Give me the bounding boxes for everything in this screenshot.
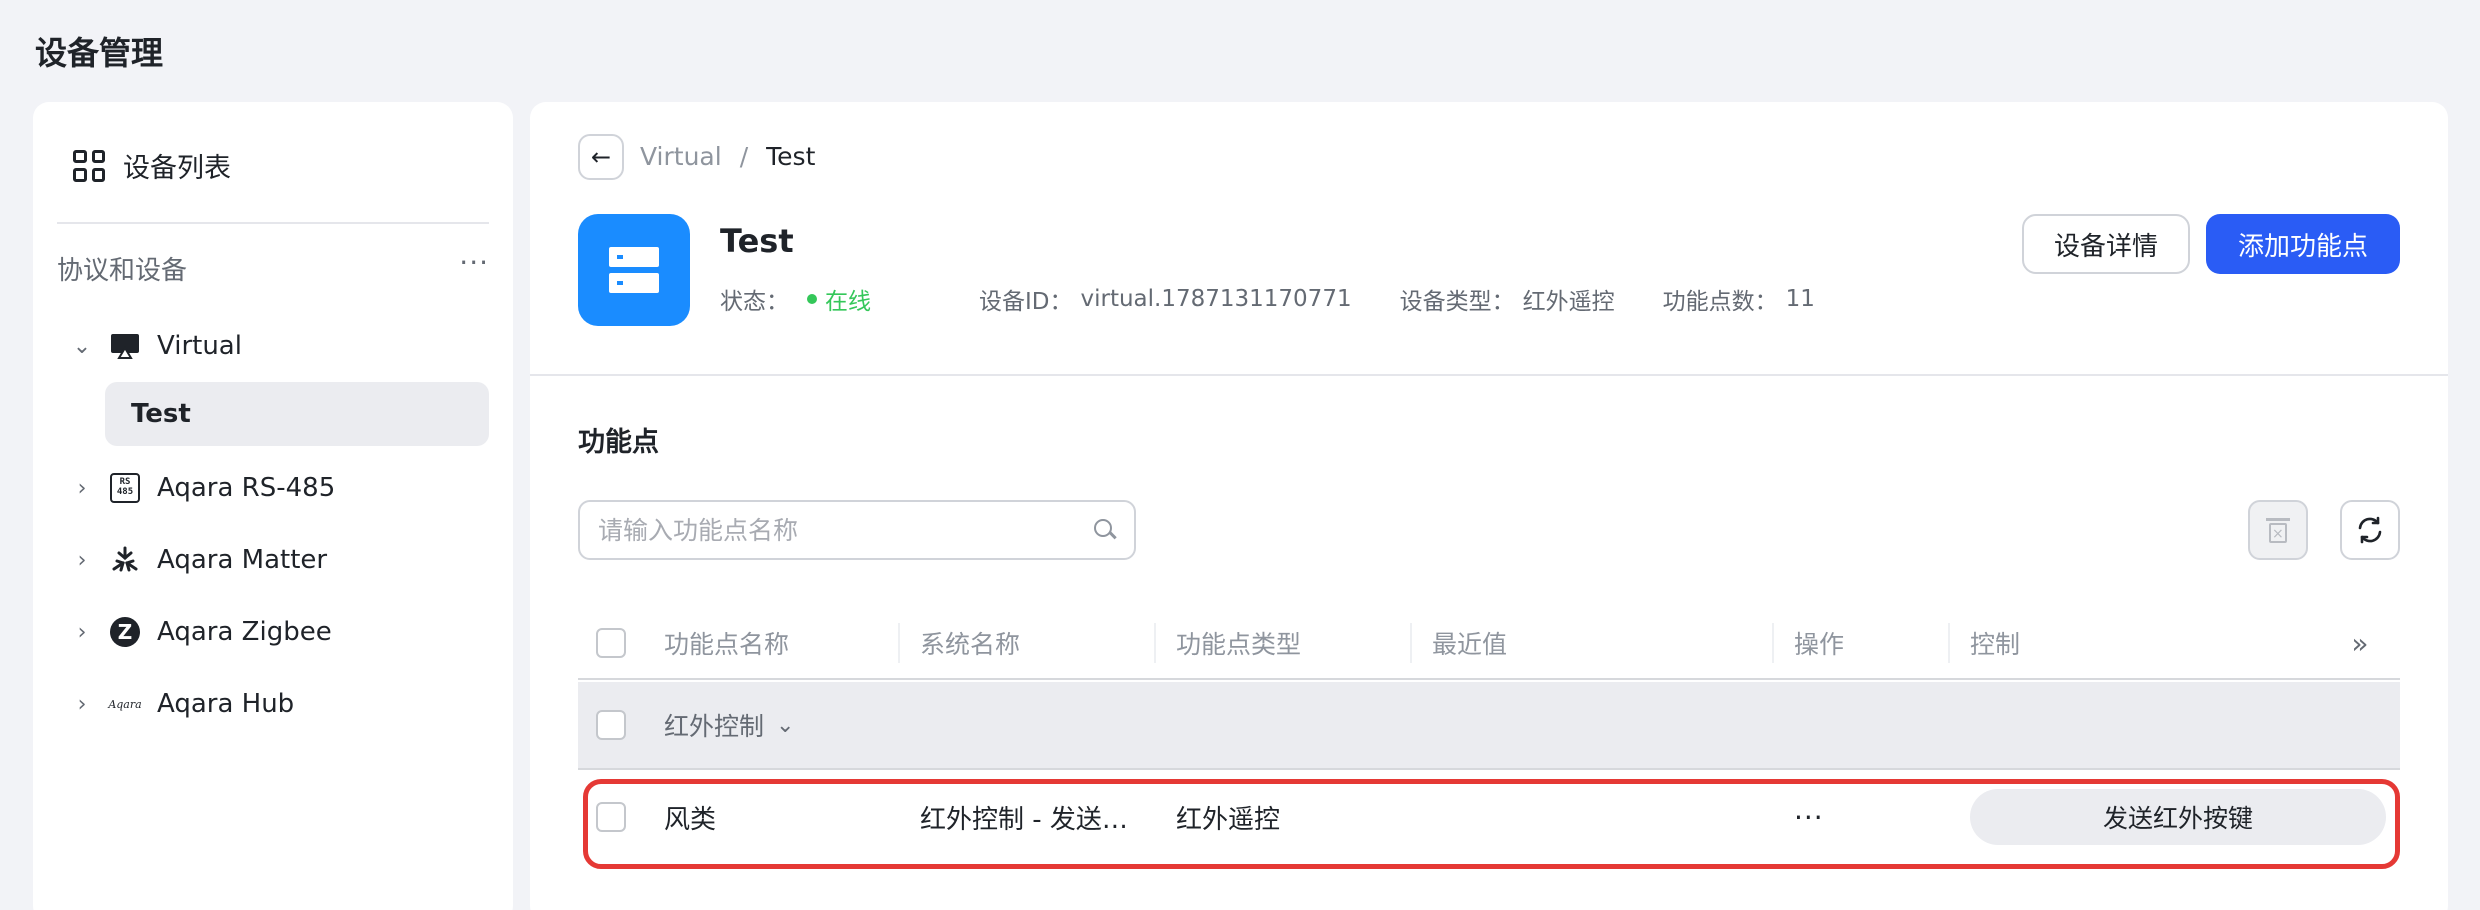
breadcrumb: Virtual / Test xyxy=(640,142,815,171)
highlight-annotation xyxy=(583,779,2400,869)
refresh-icon xyxy=(2358,516,2382,544)
chevron-right-icon[interactable]: › xyxy=(67,548,97,573)
section-title: 功能点 xyxy=(578,427,659,458)
tree-item-label: Aqara RS-485 xyxy=(157,473,336,503)
device-server-icon xyxy=(578,214,690,326)
more-icon[interactable]: ··· xyxy=(459,246,489,279)
column-header: 功能点类型 xyxy=(1156,623,1412,663)
tree-item-aqara-zigbee[interactable]: › Z Aqara Zigbee xyxy=(57,600,489,664)
grid-icon xyxy=(73,149,105,182)
matter-icon xyxy=(109,544,141,576)
sidebar-section-title: 协议和设备 xyxy=(57,256,188,286)
arrow-left-icon: ← xyxy=(590,143,612,171)
column-header: 控制 xyxy=(1970,630,2021,659)
tree-item-label: Aqara Hub xyxy=(157,689,295,719)
table-header: 功能点名称 系统名称 功能点类型 最近值 操作 控制 » xyxy=(578,608,2400,680)
group-row[interactable]: 红外控制 ⌄ xyxy=(578,682,2400,770)
device-id: 设备ID： virtual.1787131170771 xyxy=(979,282,1352,316)
breadcrumb-parent[interactable]: Virtual xyxy=(640,142,722,171)
column-header: 最近值 xyxy=(1412,623,1774,663)
device-id-value: virtual.1787131170771 xyxy=(1080,286,1352,312)
select-all-checkbox[interactable] xyxy=(596,628,626,658)
tree-item-label: Aqara Matter xyxy=(157,545,328,575)
refresh-button[interactable] xyxy=(2340,500,2400,560)
status-dot xyxy=(807,294,817,304)
device-status: 状态： 在线 xyxy=(720,282,871,316)
device-name: Test xyxy=(720,222,794,260)
device-list-link[interactable]: 设备列表 xyxy=(73,146,231,185)
search-input[interactable] xyxy=(598,515,1094,545)
breadcrumb-current: Test xyxy=(766,142,816,171)
device-details-button[interactable]: 设备详情 xyxy=(2022,214,2190,274)
delete-button[interactable]: × xyxy=(2248,500,2308,560)
search-icon[interactable] xyxy=(1094,519,1116,541)
add-function-button[interactable]: 添加功能点 xyxy=(2206,214,2400,274)
tree-item-aqara-rs485[interactable]: › RS 485 Aqara RS-485 xyxy=(57,456,489,520)
column-header: 功能点名称 xyxy=(644,623,900,663)
chevron-right-icon[interactable]: › xyxy=(67,620,97,645)
main-divider xyxy=(530,374,2448,376)
chevron-down-icon[interactable]: ⌄ xyxy=(67,334,97,359)
page-title: 设备管理 xyxy=(35,34,164,72)
tree-item-virtual[interactable]: ⌄ Virtual xyxy=(57,314,489,378)
tree-item-aqara-matter[interactable]: › Aqara Matter xyxy=(57,528,489,592)
device-list-label: 设备列表 xyxy=(123,153,231,184)
sidebar-divider xyxy=(57,222,489,224)
tree-item-label: Virtual xyxy=(157,331,242,361)
status-value: 在线 xyxy=(825,289,871,315)
chevron-right-icon[interactable]: › xyxy=(67,692,97,717)
group-checkbox[interactable] xyxy=(596,710,626,740)
chevron-right-icon[interactable]: › xyxy=(67,476,97,501)
function-count: 功能点数： 11 xyxy=(1663,282,1815,316)
device-type-value: 红外遥控 xyxy=(1522,289,1615,315)
device-meta: 状态： 在线 设备ID： virtual.1787131170771 设备类型：… xyxy=(720,282,1863,316)
function-count-value: 11 xyxy=(1785,286,1815,312)
tree-item-label: Aqara Zigbee xyxy=(157,617,332,647)
tree-item-test[interactable]: Test xyxy=(105,382,489,446)
chevron-down-icon[interactable]: ⌄ xyxy=(776,713,794,738)
search-box[interactable] xyxy=(578,500,1136,560)
column-header: 系统名称 xyxy=(900,623,1156,663)
column-header: 操作 xyxy=(1774,623,1950,663)
expand-columns-icon[interactable]: » xyxy=(2320,627,2400,660)
breadcrumb-separator: / xyxy=(739,142,749,171)
sidebar: 设备列表 协议和设备 ··· ⌄ Virtual Test › RS 485 A… xyxy=(33,102,513,910)
status-label: 状态： xyxy=(720,289,789,315)
device-type-label: 设备类型： xyxy=(1399,289,1515,315)
device-type: 设备类型： 红外遥控 xyxy=(1400,282,1615,316)
back-button[interactable]: ← xyxy=(578,134,624,180)
aqara-logo-icon: Aqara xyxy=(108,697,142,711)
tree-item-aqara-hub[interactable]: › Aqara Aqara Hub xyxy=(57,672,489,736)
rs485-icon: RS 485 xyxy=(109,472,141,504)
zigbee-icon: Z xyxy=(109,616,141,648)
device-id-label: 设备ID： xyxy=(979,289,1073,315)
cast-icon xyxy=(109,330,141,362)
trash-icon: × xyxy=(2266,516,2290,544)
function-count-label: 功能点数： xyxy=(1662,289,1778,315)
group-label: 红外控制 xyxy=(664,712,765,741)
